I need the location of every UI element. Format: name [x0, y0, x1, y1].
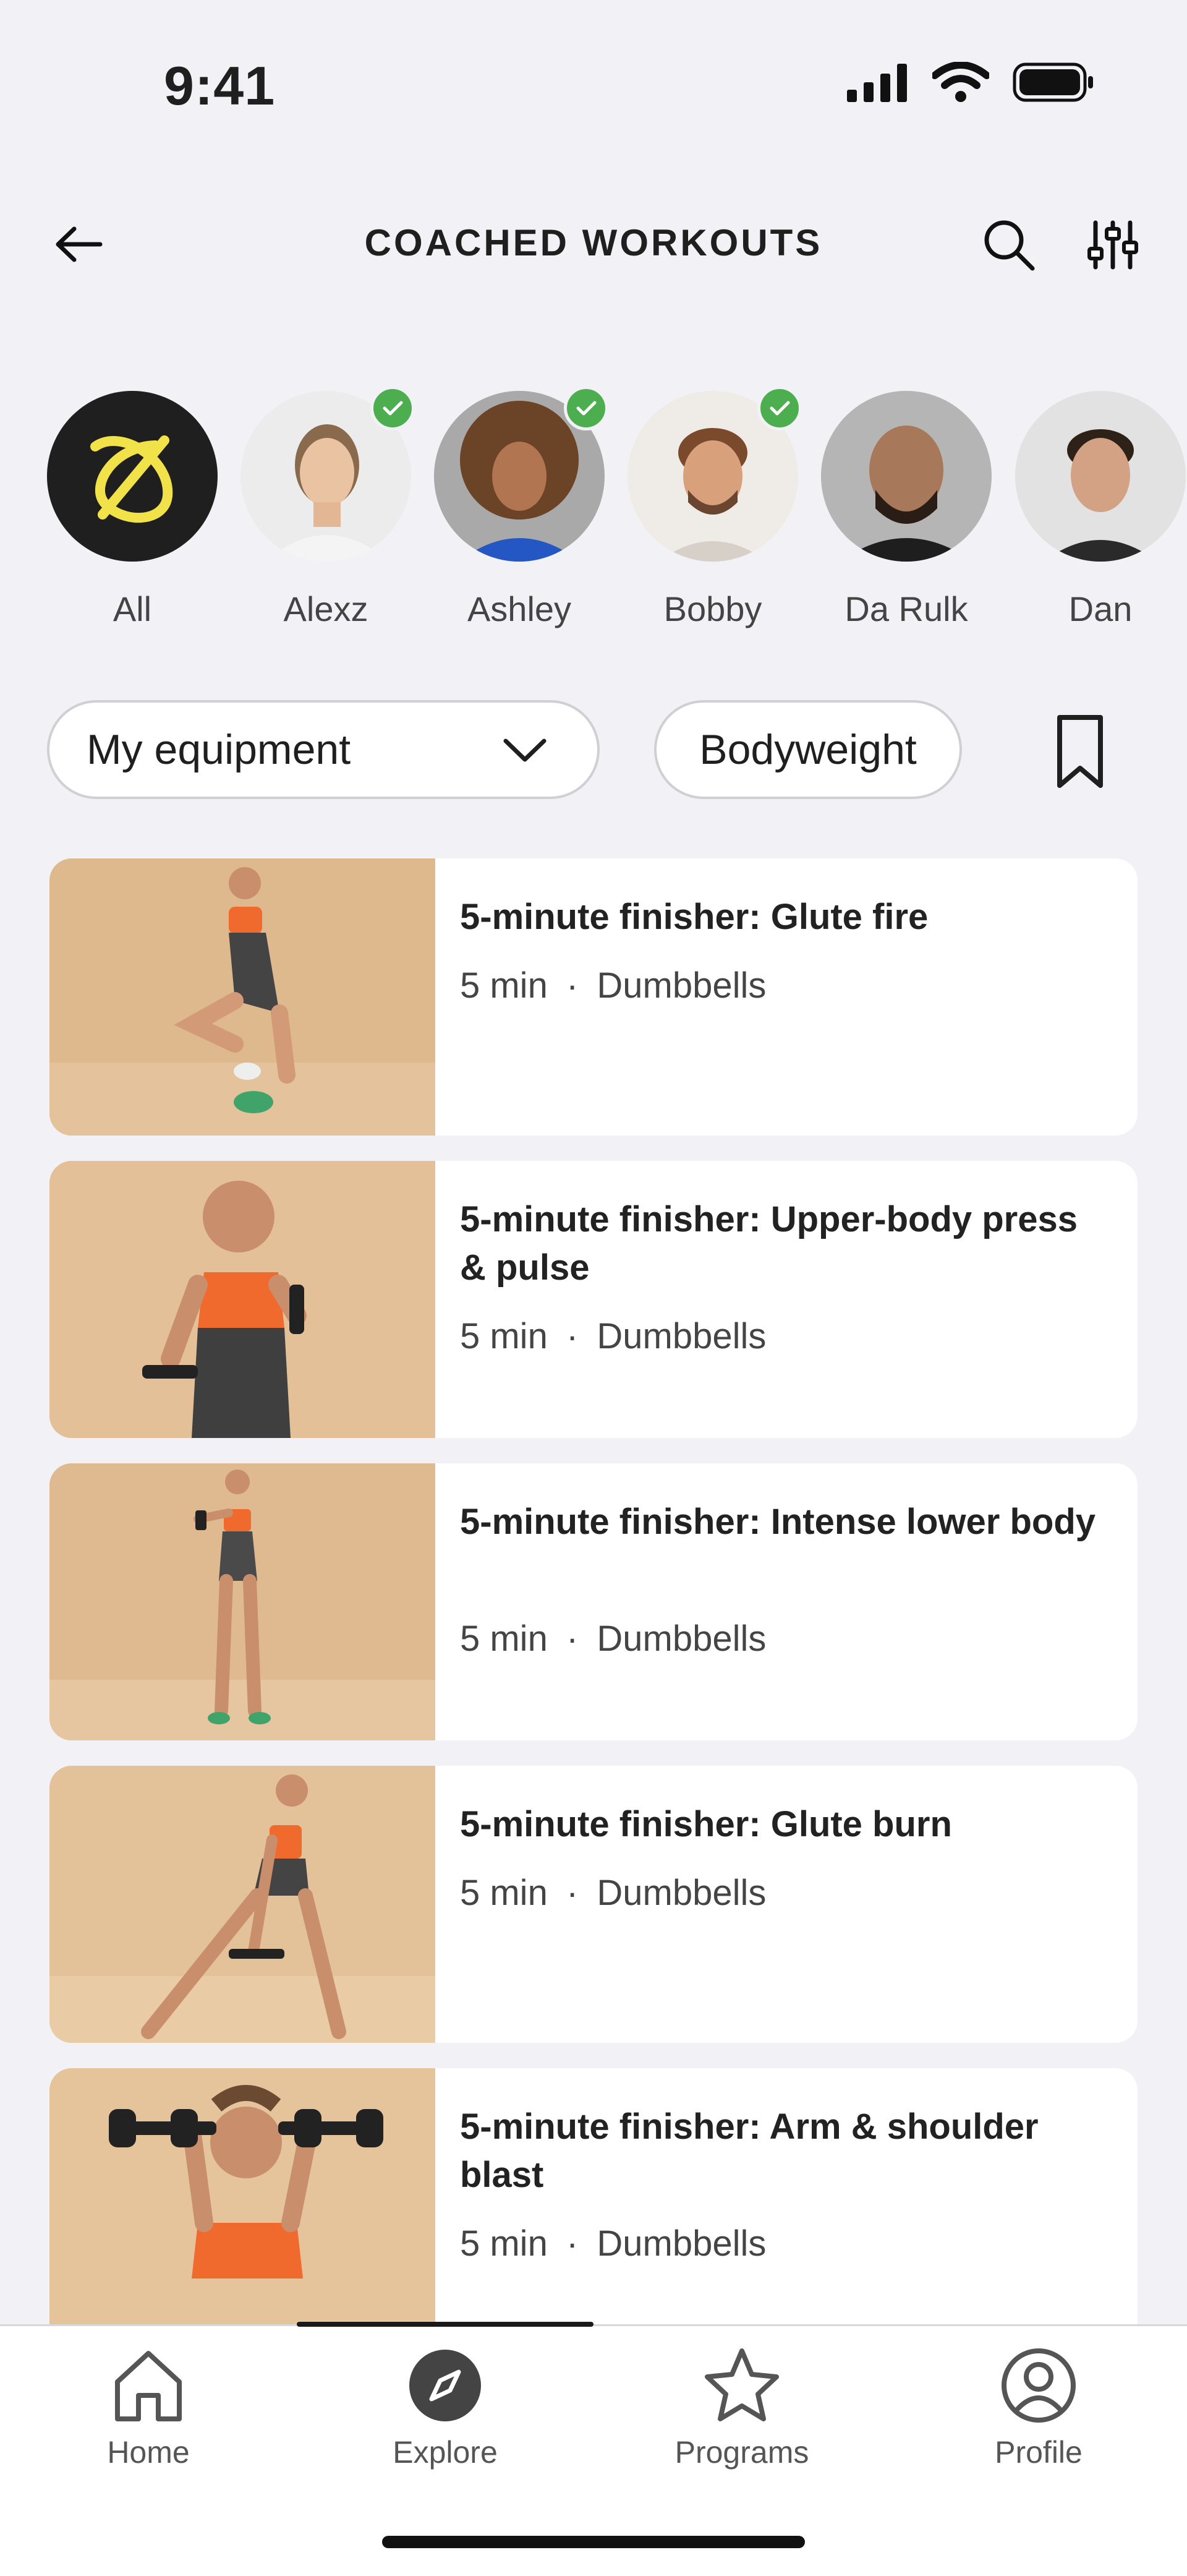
wifi-icon [932, 62, 989, 102]
coach-name: Bobby [663, 589, 762, 628]
chevron-down-icon [503, 738, 547, 762]
coach-da-rulk[interactable]: Da Rulk [820, 391, 993, 629]
workout-thumbnail [49, 1463, 435, 1740]
coach-name: Ashley [467, 589, 572, 628]
workout-title: 5-minute finisher: Arm & shoulder blast [460, 2107, 1039, 2195]
meta-separator: · [566, 1873, 579, 1913]
coach-all[interactable]: All [46, 391, 219, 629]
workout-title: 5-minute finisher: Glute fire [460, 897, 929, 937]
workout-title: 5-minute finisher: Upper-body press & pu… [460, 1199, 1078, 1288]
workout-duration: 5 min [460, 965, 548, 1006]
coach-avatar [821, 391, 992, 562]
tab-profile[interactable]: Profile [890, 2326, 1187, 2470]
search-icon[interactable] [978, 214, 1040, 276]
tab-label: Programs [674, 2435, 809, 2470]
workout-card[interactable]: 5-minute finisher: Upper-body press & pu… [49, 1161, 1138, 1438]
meta-separator: · [566, 965, 579, 1006]
workout-card[interactable]: 5-minute finisher: Glute burn 5 min · Du… [49, 1766, 1138, 2043]
tab-label: Home [107, 2435, 190, 2470]
meta-separator: · [566, 2223, 579, 2264]
bookmark-icon[interactable] [1046, 711, 1114, 792]
coach-name: Da Rulk [845, 589, 968, 628]
cellular-signal-icon [847, 64, 907, 102]
workout-card[interactable]: 5-minute finisher: Intense lower body 5 … [49, 1463, 1138, 1740]
meta-separator: · [566, 1316, 579, 1356]
coach-ashley[interactable]: Ashley [433, 386, 608, 629]
meta-separator: · [566, 1619, 579, 1659]
active-tab-indicator [297, 2322, 594, 2327]
workout-equipment: Dumbbells [597, 965, 767, 1006]
workout-card[interactable]: 5-minute finisher: Arm & shoulder blast … [49, 2068, 1138, 2345]
coach-avatar [1015, 391, 1186, 562]
workout-duration: 5 min [460, 1873, 548, 1913]
workout-equipment: Dumbbells [597, 1619, 767, 1659]
star-icon [705, 2348, 779, 2421]
battery-icon [1013, 62, 1093, 102]
workout-meta: 5 min · Dumbbells [460, 1872, 766, 1914]
followed-check-icon [757, 386, 802, 430]
followed-check-icon [370, 386, 415, 430]
workout-thumbnail [49, 2068, 435, 2345]
workout-equipment: Dumbbells [597, 1316, 767, 1356]
tab-home[interactable]: Home [0, 2326, 297, 2470]
status-time: 9:41 [164, 55, 276, 116]
home-indicator [382, 2536, 805, 2548]
equipment-dropdown[interactable]: My equipment [47, 700, 600, 799]
workout-duration: 5 min [460, 2223, 548, 2264]
workout-thumbnail [49, 1766, 435, 2043]
home-icon [115, 2351, 182, 2421]
workout-card[interactable]: 5-minute finisher: Glute fire 5 min · Du… [49, 858, 1138, 1136]
followed-check-icon [564, 386, 608, 430]
workout-duration: 5 min [460, 1619, 548, 1659]
workout-thumbnail [49, 1161, 435, 1438]
coach-bobby[interactable]: Bobby [626, 386, 802, 629]
bodyweight-chip-label: Bodyweight [699, 726, 917, 773]
tab-explore[interactable]: Explore [297, 2326, 594, 2470]
workout-meta: 5 min · Dumbbells [460, 965, 766, 1006]
workout-equipment: Dumbbells [597, 2223, 767, 2264]
coach-name: Dan [1068, 589, 1133, 628]
coach-alexz[interactable]: Alexz [239, 386, 415, 629]
brand-logo-icon [90, 435, 173, 523]
workout-thumbnail [49, 858, 435, 1136]
filter-sliders-icon[interactable] [1082, 214, 1144, 276]
tab-label: Explore [393, 2435, 498, 2470]
coach-name: All [113, 589, 152, 628]
tab-programs[interactable]: Programs [594, 2326, 890, 2470]
status-icons [847, 62, 1094, 103]
workout-title: 5-minute finisher: Intense lower body [460, 1502, 1096, 1542]
workout-meta: 5 min · Dumbbells [460, 1618, 766, 1659]
workout-meta: 5 min · Dumbbells [460, 1316, 766, 1357]
workout-meta: 5 min · Dumbbells [460, 2223, 766, 2264]
coach-selector: All Alexz Ashley Bobby Da Rulk Dan [0, 386, 1187, 638]
compass-icon [409, 2350, 481, 2421]
bodyweight-filter-chip[interactable]: Bodyweight [654, 700, 962, 799]
workout-equipment: Dumbbells [597, 1873, 767, 1913]
coach-name: Alexz [283, 589, 368, 628]
profile-icon [1002, 2348, 1076, 2423]
equipment-dropdown-label: My equipment [87, 726, 351, 773]
workout-duration: 5 min [460, 1316, 548, 1356]
tab-label: Profile [995, 2435, 1083, 2470]
coach-dan[interactable]: Dan [1014, 391, 1187, 629]
workout-title: 5-minute finisher: Glute burn [460, 1804, 952, 1844]
